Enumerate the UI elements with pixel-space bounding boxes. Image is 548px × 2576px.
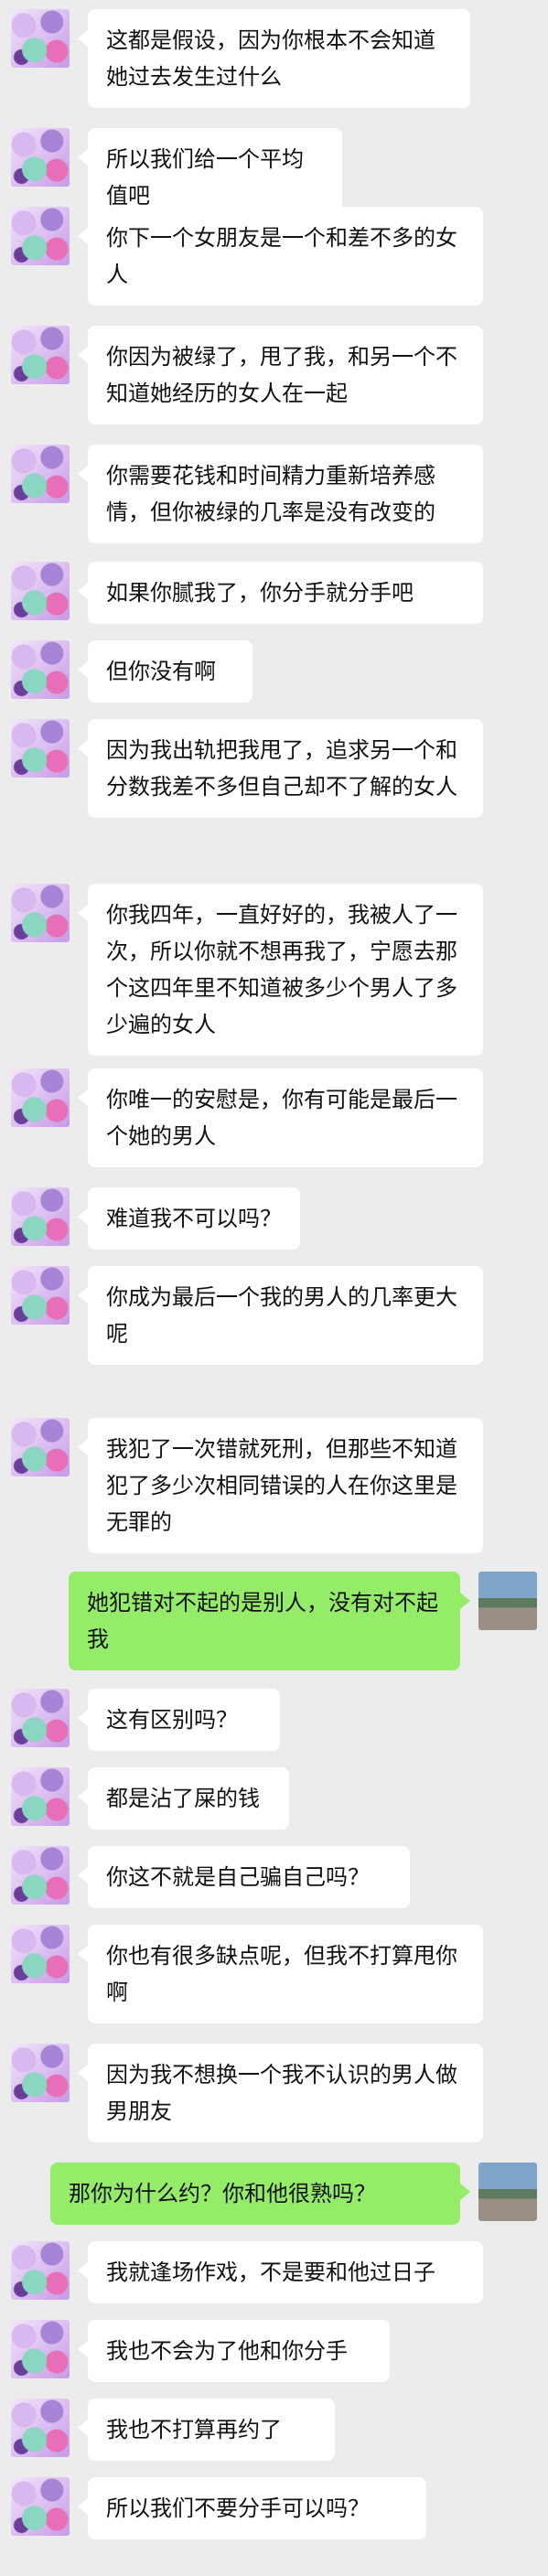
received-message-bubble[interactable]: 难道我不可以吗？ bbox=[78, 1187, 300, 1250]
sent-message-bubble[interactable]: 那你为什么约？你和他很熟吗？ bbox=[50, 2163, 470, 2225]
received-message-bubble[interactable]: 因为我出轨把我甩了，追求另一个和分数我差不多但自己却不了解的女人 bbox=[78, 719, 483, 818]
received-message-bubble[interactable]: 你也有很多缺点呢，但我不打算甩你啊 bbox=[78, 1925, 483, 2023]
received-message-bubble[interactable]: 你下一个女朋友是一个和差不多的女人 bbox=[78, 207, 483, 306]
message-row: 我犯了一次错就死刑，但那些不知道犯了多少次相同错误的人在你这里是无罪的 bbox=[0, 1418, 548, 1553]
contact-avatar[interactable] bbox=[11, 2320, 70, 2378]
received-message-bubble[interactable]: 但你没有啊 bbox=[78, 640, 253, 703]
contact-avatar[interactable] bbox=[11, 884, 70, 942]
message-row: 你这不就是自己骗自己吗？ bbox=[0, 1846, 548, 1908]
self-avatar[interactable] bbox=[478, 2163, 537, 2221]
message-row: 你因为被绿了，甩了我，和另一个不知道她经历的女人在一起 bbox=[0, 326, 548, 424]
received-message-bubble[interactable]: 你因为被绿了，甩了我，和另一个不知道她经历的女人在一起 bbox=[78, 326, 483, 424]
sent-message-bubble[interactable]: 她犯错对不起的是别人，没有对不起我 bbox=[69, 1572, 470, 1670]
contact-avatar[interactable] bbox=[11, 2477, 70, 2536]
contact-avatar[interactable] bbox=[11, 1689, 70, 1747]
received-message-bubble[interactable]: 所以我们不要分手可以吗？ bbox=[78, 2477, 426, 2539]
message-row: 但你没有啊 bbox=[0, 640, 548, 703]
message-row: 你唯一的安慰是，你有可能是最后一个她的男人 bbox=[0, 1068, 548, 1167]
contact-avatar[interactable] bbox=[11, 9, 70, 68]
contact-avatar[interactable] bbox=[11, 2241, 70, 2300]
received-message-bubble[interactable]: 你这不就是自己骗自己吗？ bbox=[78, 1846, 410, 1908]
received-message-bubble[interactable]: 我也不打算再约了 bbox=[78, 2399, 335, 2461]
contact-avatar[interactable] bbox=[11, 326, 70, 384]
message-row: 所以我们不要分手可以吗？ bbox=[0, 2477, 548, 2539]
self-avatar[interactable] bbox=[478, 1572, 537, 1630]
message-row: 那你为什么约？你和他很熟吗？ bbox=[0, 2163, 548, 2225]
message-row: 她犯错对不起的是别人，没有对不起我 bbox=[0, 1572, 548, 1670]
message-row: 你需要花钱和时间精力重新培养感情，但你被绿的几率是没有改变的 bbox=[0, 445, 548, 543]
message-row: 都是沾了屎的钱 bbox=[0, 1767, 548, 1830]
received-message-bubble[interactable]: 你我四年，一直好好的，我被人了一次，所以你就不想再我了，宁愿去那个这四年里不知道… bbox=[78, 884, 483, 1056]
contact-avatar[interactable] bbox=[11, 1266, 70, 1325]
message-row: 你下一个女朋友是一个和差不多的女人 bbox=[0, 207, 548, 306]
received-message-bubble[interactable]: 如果你腻我了，你分手就分手吧 bbox=[78, 562, 483, 624]
contact-avatar[interactable] bbox=[11, 562, 70, 620]
contact-avatar[interactable] bbox=[11, 1187, 70, 1246]
chat-message-list[interactable]: 这都是假设，因为你根本不会知道她过去发生过什么 所以我们给一个平均值吧 你下一个女朋… bbox=[0, 0, 548, 2576]
received-message-bubble[interactable]: 这都是假设，因为你根本不会知道她过去发生过什么 bbox=[78, 9, 470, 108]
received-message-bubble[interactable]: 你成为最后一个我的男人的几率更大呢 bbox=[78, 1266, 483, 1365]
message-row: 你成为最后一个我的男人的几率更大呢 bbox=[0, 1266, 548, 1365]
contact-avatar[interactable] bbox=[11, 719, 70, 778]
message-row: 你我四年，一直好好的，我被人了一次，所以你就不想再我了，宁愿去那个这四年里不知道… bbox=[0, 884, 548, 1056]
message-row: 我也不打算再约了 bbox=[0, 2399, 548, 2461]
received-message-bubble[interactable]: 你唯一的安慰是，你有可能是最后一个她的男人 bbox=[78, 1068, 483, 1167]
received-message-bubble[interactable]: 我犯了一次错就死刑，但那些不知道犯了多少次相同错误的人在你这里是无罪的 bbox=[78, 1418, 483, 1553]
message-row: 如果你腻我了，你分手就分手吧 bbox=[0, 562, 548, 624]
received-message-bubble[interactable]: 我就逢场作戏，不是要和他过日子 bbox=[78, 2241, 483, 2303]
received-message-bubble[interactable]: 这有区别吗？ bbox=[78, 1689, 280, 1751]
message-row: 因为我不想换一个我不认识的男人做男朋友 bbox=[0, 2044, 548, 2142]
received-message-bubble[interactable]: 都是沾了屎的钱 bbox=[78, 1767, 289, 1830]
contact-avatar[interactable] bbox=[11, 445, 70, 503]
contact-avatar[interactable] bbox=[11, 1846, 70, 1905]
message-row: 这有区别吗？ bbox=[0, 1689, 548, 1751]
contact-avatar[interactable] bbox=[11, 640, 70, 699]
contact-avatar[interactable] bbox=[11, 1767, 70, 1826]
contact-avatar[interactable] bbox=[11, 2044, 70, 2102]
contact-avatar[interactable] bbox=[11, 207, 70, 265]
contact-avatar[interactable] bbox=[11, 1418, 70, 1476]
contact-avatar[interactable] bbox=[11, 2399, 70, 2457]
message-row: 你也有很多缺点呢，但我不打算甩你啊 bbox=[0, 1925, 548, 2023]
received-message-bubble[interactable]: 我也不会为了他和你分手 bbox=[78, 2320, 390, 2382]
message-row: 我也不会为了他和你分手 bbox=[0, 2320, 548, 2382]
message-row: 难道我不可以吗？ bbox=[0, 1187, 548, 1250]
message-row: 这都是假设，因为你根本不会知道她过去发生过什么 bbox=[0, 9, 548, 108]
received-message-bubble[interactable]: 你需要花钱和时间精力重新培养感情，但你被绿的几率是没有改变的 bbox=[78, 445, 483, 543]
message-row: 因为我出轨把我甩了，追求另一个和分数我差不多但自己却不了解的女人 bbox=[0, 719, 548, 854]
received-message-bubble[interactable]: 因为我不想换一个我不认识的男人做男朋友 bbox=[78, 2044, 483, 2142]
message-row: 我就逢场作戏，不是要和他过日子 bbox=[0, 2241, 548, 2303]
contact-avatar[interactable] bbox=[11, 1925, 70, 1983]
contact-avatar[interactable] bbox=[11, 1068, 70, 1127]
contact-avatar[interactable] bbox=[11, 128, 70, 187]
message-row: 所以我们给一个平均值吧 bbox=[0, 128, 548, 227]
